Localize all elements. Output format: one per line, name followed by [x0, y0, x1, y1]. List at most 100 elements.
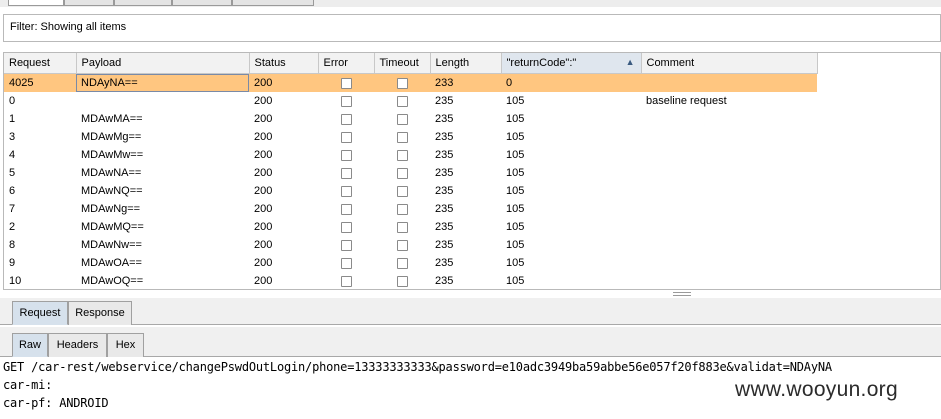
table-row[interactable]: 10 MDAwOQ== 200 235 105 [4, 272, 817, 289]
table-row[interactable]: 4025 NDAyNA== 200 233 0 [4, 73, 817, 92]
cell-error [318, 110, 374, 128]
table-row[interactable]: 6 MDAwNQ== 200 235 105 [4, 182, 817, 200]
cell-returncode: 105 [506, 239, 525, 251]
cell-timeout [374, 182, 430, 200]
cell-length: 235 [435, 185, 454, 197]
cell-request: 3 [9, 131, 16, 143]
top-tab-results[interactable] [8, 0, 64, 6]
table-row[interactable]: 8 MDAwNw== 200 235 105 [4, 236, 817, 254]
table-row[interactable]: 5 MDAwNA== 200 235 105 [4, 164, 817, 182]
table-row[interactable]: 9 MDAwOA== 200 235 105 [4, 254, 817, 272]
cell-status: 200 [254, 113, 273, 125]
cell-comment: baseline request [646, 95, 727, 107]
tab-hex[interactable]: Hex [107, 333, 144, 357]
table-row[interactable]: 0 200 235 105 baseline request [4, 92, 817, 110]
cell-returncode: 105 [506, 185, 525, 197]
cell-error [318, 236, 374, 254]
error-checkbox[interactable] [340, 239, 352, 251]
cell-payload: MDAwMg== [81, 131, 142, 143]
cell-request: 2 [9, 221, 16, 233]
cell-length: 235 [435, 275, 454, 287]
cell-request: 1 [9, 113, 16, 125]
error-checkbox[interactable] [340, 95, 352, 107]
cell-payload: MDAwOQ== [81, 275, 144, 287]
timeout-checkbox[interactable] [396, 149, 408, 161]
cell-status: 200 [254, 131, 273, 143]
cell-status: 200 [249, 73, 318, 92]
raw-request-line: GET /car-rest/webservice/changePswdOutLo… [3, 360, 832, 374]
tab-request[interactable]: Request [12, 301, 68, 325]
column-header-returncode[interactable]: "returnCode":" ▲ [501, 53, 642, 74]
cell-returncode: 105 [506, 113, 525, 125]
column-header-error[interactable]: Error [318, 53, 375, 74]
timeout-checkbox[interactable] [396, 239, 408, 251]
timeout-checkbox[interactable] [396, 221, 408, 233]
table-row[interactable]: 2 MDAwMQ== 200 235 105 [4, 218, 817, 236]
cell-request: 6 [9, 185, 16, 197]
table-row[interactable]: 4 MDAwMw== 200 235 105 [4, 146, 817, 164]
error-checkbox[interactable] [340, 203, 352, 215]
table-row[interactable]: 7 MDAwNg== 200 235 105 [4, 200, 817, 218]
table-row[interactable]: 1 MDAwMA== 200 235 105 [4, 110, 817, 128]
top-tab-options[interactable] [232, 0, 314, 6]
cell-error [318, 182, 374, 200]
cell-status: 200 [254, 239, 273, 251]
error-checkbox[interactable] [340, 275, 352, 287]
tab-raw[interactable]: Raw [12, 333, 48, 357]
tab-headers[interactable]: Headers [48, 333, 107, 357]
timeout-checkbox[interactable] [396, 131, 408, 143]
cell-returncode: 105 [506, 275, 525, 287]
error-checkbox[interactable] [340, 113, 352, 125]
column-header-comment[interactable]: Comment [641, 53, 818, 74]
cell-comment [641, 236, 817, 254]
cell-payload: MDAwMQ== [81, 221, 144, 233]
cell-returncode: 105 [506, 221, 525, 233]
top-tab-strip [0, 0, 941, 7]
cell-length: 233 [430, 73, 501, 92]
error-checkbox[interactable] [340, 149, 352, 161]
error-checkbox[interactable] [340, 77, 352, 89]
column-header-payload[interactable]: Payload [76, 53, 250, 74]
cell-length: 235 [435, 167, 454, 179]
column-header-status[interactable]: Status [249, 53, 319, 74]
timeout-checkbox[interactable] [396, 275, 408, 287]
timeout-checkbox[interactable] [396, 257, 408, 269]
error-checkbox[interactable] [340, 167, 352, 179]
splitter-grip-icon[interactable] [673, 292, 691, 296]
cell-status: 200 [254, 203, 273, 215]
tab-response[interactable]: Response [68, 301, 132, 325]
column-header-request[interactable]: Request [4, 53, 77, 74]
timeout-checkbox[interactable] [396, 113, 408, 125]
cell-comment [641, 110, 817, 128]
error-checkbox[interactable] [340, 221, 352, 233]
cell-returncode: 105 [506, 167, 525, 179]
cell-timeout [374, 73, 430, 92]
cell-request: 8 [9, 239, 16, 251]
table-row[interactable]: 3 MDAwMg== 200 235 105 [4, 128, 817, 146]
timeout-checkbox[interactable] [396, 167, 408, 179]
sort-ascending-icon: ▲ [625, 57, 635, 67]
timeout-checkbox[interactable] [396, 185, 408, 197]
error-checkbox[interactable] [340, 185, 352, 197]
cell-error [318, 73, 374, 92]
watermark: www.wooyun.org [735, 378, 898, 401]
error-checkbox[interactable] [340, 257, 352, 269]
column-header-timeout[interactable]: Timeout [374, 53, 431, 74]
cell-status: 200 [254, 167, 273, 179]
filter-bar[interactable]: Filter: Showing all items [3, 14, 941, 42]
top-tab-positions[interactable] [114, 0, 172, 6]
timeout-checkbox[interactable] [396, 203, 408, 215]
column-header-length[interactable]: Length [430, 53, 502, 74]
cell-status: 200 [254, 221, 273, 233]
cell-error [318, 146, 374, 164]
top-tab-payloads[interactable] [172, 0, 232, 6]
error-checkbox[interactable] [340, 131, 352, 143]
timeout-checkbox[interactable] [396, 77, 408, 89]
cell-length: 235 [435, 257, 454, 269]
timeout-checkbox[interactable] [396, 95, 408, 107]
cell-request: 9 [9, 257, 16, 269]
cell-timeout [374, 200, 430, 218]
cell-request: 7 [9, 203, 16, 215]
cell-payload: MDAwOA== [81, 257, 142, 269]
top-tab-target[interactable] [64, 0, 114, 6]
